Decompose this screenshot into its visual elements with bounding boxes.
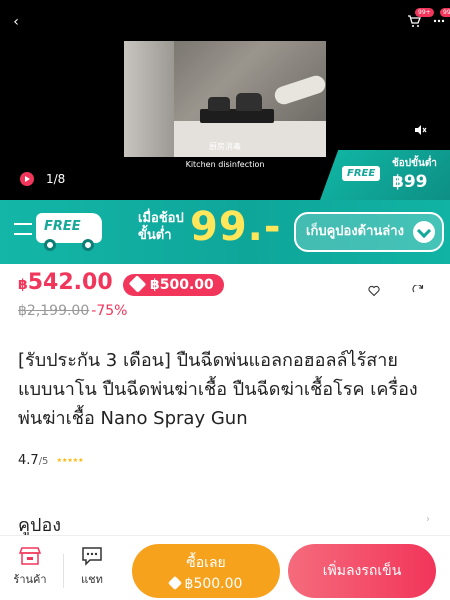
mute-icon[interactable] <box>413 122 427 136</box>
collect-coupon-label: เก็บคูปองด้านล่าง <box>306 224 404 239</box>
free-min-price: ฿99 <box>392 172 428 192</box>
heart-icon[interactable] <box>368 282 380 297</box>
rating-value: 4.7 <box>18 453 39 468</box>
free-shipping-tag: FREE ช้อปขั้นต่ำ ฿99 <box>320 150 450 200</box>
tag-icon <box>167 575 182 591</box>
chat-label: แชท <box>81 573 103 586</box>
video-play-icon[interactable] <box>20 172 34 186</box>
message-badge: 99+ <box>440 8 450 17</box>
product-video[interactable]: 厨房消毒 <box>124 41 326 157</box>
chevron-right-icon[interactable]: › <box>426 514 430 525</box>
buy-now-price: ฿500.00 <box>132 575 280 592</box>
discount-percent: -75% <box>91 303 128 319</box>
cart-badge: 99+ <box>415 8 434 17</box>
collect-coupon-button[interactable]: เก็บคูปองด้านล่าง <box>294 212 444 252</box>
buy-now-label: ซื้อเลย <box>186 555 226 571</box>
share-icon[interactable] <box>412 282 424 294</box>
rating-row[interactable]: 4.7/5 ★★★★★ <box>18 453 83 468</box>
video-caption-cn: 厨房消毒 <box>209 142 241 151</box>
tag-icon <box>128 275 147 293</box>
image-counter: 1/8 <box>46 172 66 186</box>
buy-now-button[interactable]: ซื้อเลย ฿500.00 <box>132 544 280 598</box>
free-shipping-banner: FREE เมื่อช้อป ขั้นต่ำ 99.- เก็บคูปองด้า… <box>0 200 450 264</box>
divider <box>63 554 64 588</box>
more-icon[interactable]: 99+ <box>432 8 450 29</box>
chevron-down-icon <box>413 221 435 243</box>
bottom-action-bar: ร้านค้า แชท ซื้อเลย ฿500.00 เพิ่มลงรถเข็… <box>0 535 450 600</box>
flash-price-badge: ฿500.00 <box>123 274 224 296</box>
product-title: [รับประกัน 3 เดือน] ปืนฉีดพ่นแอลกอฮอลล์ไ… <box>18 350 418 429</box>
add-to-cart-button[interactable]: เพิ่มลงรถเข็น <box>288 544 436 598</box>
free-badge: FREE <box>342 166 381 181</box>
current-price: ฿542.00 <box>18 270 113 295</box>
rating-max: /5 <box>38 456 49 467</box>
shop-icon <box>18 546 42 566</box>
min-spend-label: เมื่อช้อป ขั้นต่ำ <box>138 211 184 243</box>
video-caption: Kitchen disinfection <box>185 160 265 169</box>
original-price-row: ฿2,199.00 -75% <box>18 303 127 319</box>
back-icon[interactable]: ‹ <box>6 12 26 32</box>
min-spend-price: 99.- <box>190 204 282 250</box>
chat-button[interactable]: แชท <box>72 546 112 588</box>
video-scene <box>124 41 174 157</box>
truck-icon: FREE <box>14 213 104 253</box>
product-page: ‹ 99+ 99+ 厨房消毒 Kitchen disinfection 1/8 … <box>0 0 450 600</box>
shop-label: ร้านค้า <box>13 573 47 586</box>
cart-icon[interactable]: 99+ <box>407 8 434 29</box>
media-gallery[interactable]: ‹ 99+ 99+ 厨房消毒 Kitchen disinfection 1/8 … <box>0 0 450 200</box>
shop-button[interactable]: ร้านค้า <box>10 546 50 588</box>
chat-icon <box>81 546 103 566</box>
original-price: ฿2,199.00 <box>18 303 90 319</box>
star-icons: ★★★★★ <box>56 457 84 464</box>
truck-free-label: FREE <box>44 219 81 234</box>
free-min-text: ช้อปขั้นต่ำ <box>392 158 437 169</box>
